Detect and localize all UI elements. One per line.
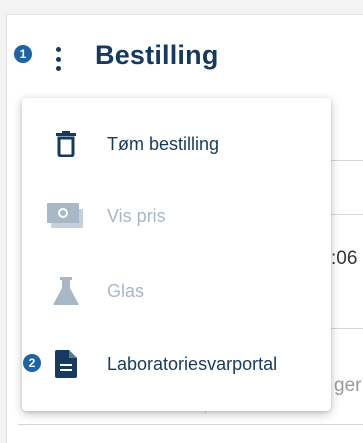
document-icon — [46, 348, 86, 380]
kebab-dot — [55, 56, 61, 62]
background-divider — [330, 214, 363, 215]
menu-item-empty-order[interactable]: Tøm bestilling — [22, 116, 331, 172]
menu-item-glass[interactable]: Glas — [22, 263, 331, 319]
menu-item-label: Laboratoriesvarportal — [107, 353, 278, 374]
kebab-dot — [55, 66, 61, 71]
background-divider — [330, 328, 363, 329]
options-menu: Tøm bestilling Vis pris Glas Laboratorie… — [22, 98, 331, 411]
kebab-dot — [55, 47, 61, 52]
menu-item-lab-result-portal[interactable]: Laboratoriesvarportal — [22, 336, 331, 392]
menu-item-label: Vis pris — [107, 205, 166, 226]
menu-item-label: Tøm bestilling — [107, 133, 220, 154]
menu-item-label: Glas — [107, 280, 145, 301]
background-text-fragment: ger — [334, 375, 362, 396]
background-divider — [330, 160, 363, 161]
flask-icon — [46, 275, 86, 307]
step-badge-2: 2 — [22, 353, 42, 373]
menu-item-show-price[interactable]: Vis pris — [22, 188, 331, 244]
money-icon — [46, 200, 86, 232]
trash-icon — [46, 128, 86, 160]
page-title: Bestilling — [95, 40, 219, 70]
more-options-button[interactable] — [49, 44, 67, 74]
step-badge-1: 1 — [13, 44, 33, 64]
background-time-text: :06 — [331, 248, 358, 269]
background-divider — [18, 424, 363, 425]
